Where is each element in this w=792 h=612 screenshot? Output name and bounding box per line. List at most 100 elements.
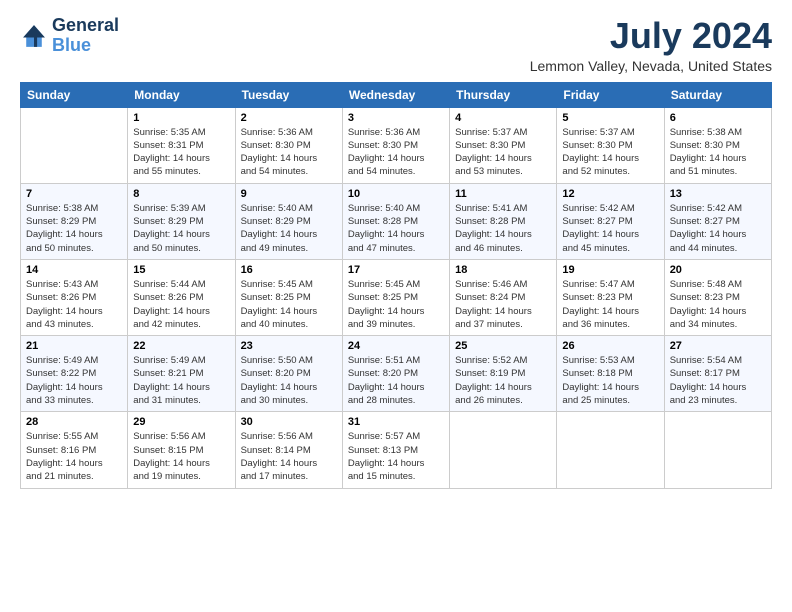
calendar-cell: 1 Sunrise: 5:35 AM Sunset: 8:31 PM Daylig… <box>128 107 235 183</box>
day-number: 1 <box>133 112 229 124</box>
day-number: 30 <box>241 416 337 428</box>
day-info: Sunrise: 5:56 AM Sunset: 8:14 PM Dayligh… <box>241 430 337 483</box>
calendar-cell: 13 Sunrise: 5:42 AM Sunset: 8:27 PM Dayli… <box>664 183 771 259</box>
day-info: Sunrise: 5:36 AM Sunset: 8:30 PM Dayligh… <box>241 126 337 179</box>
calendar-cell: 28 Sunrise: 5:55 AM Sunset: 8:16 PM Dayli… <box>21 412 128 488</box>
calendar-cell: 8 Sunrise: 5:39 AM Sunset: 8:29 PM Daylig… <box>128 183 235 259</box>
day-number: 11 <box>455 188 551 200</box>
day-number: 31 <box>348 416 444 428</box>
day-info: Sunrise: 5:35 AM Sunset: 8:31 PM Dayligh… <box>133 126 229 179</box>
day-info: Sunrise: 5:45 AM Sunset: 8:25 PM Dayligh… <box>241 278 337 331</box>
day-info: Sunrise: 5:51 AM Sunset: 8:20 PM Dayligh… <box>348 354 444 407</box>
day-number: 23 <box>241 340 337 352</box>
calendar-cell <box>557 412 664 488</box>
day-number: 24 <box>348 340 444 352</box>
calendar-header-row: SundayMondayTuesdayWednesdayThursdayFrid… <box>21 82 772 107</box>
day-info: Sunrise: 5:49 AM Sunset: 8:21 PM Dayligh… <box>133 354 229 407</box>
day-number: 5 <box>562 112 658 124</box>
day-number: 18 <box>455 264 551 276</box>
calendar-cell: 30 Sunrise: 5:56 AM Sunset: 8:14 PM Dayli… <box>235 412 342 488</box>
calendar-cell: 18 Sunrise: 5:46 AM Sunset: 8:24 PM Dayli… <box>450 259 557 335</box>
day-info: Sunrise: 5:46 AM Sunset: 8:24 PM Dayligh… <box>455 278 551 331</box>
day-info: Sunrise: 5:44 AM Sunset: 8:26 PM Dayligh… <box>133 278 229 331</box>
day-number: 14 <box>26 264 122 276</box>
day-info: Sunrise: 5:55 AM Sunset: 8:16 PM Dayligh… <box>26 430 122 483</box>
calendar-cell <box>664 412 771 488</box>
calendar-cell: 29 Sunrise: 5:56 AM Sunset: 8:15 PM Dayli… <box>128 412 235 488</box>
day-info: Sunrise: 5:39 AM Sunset: 8:29 PM Dayligh… <box>133 202 229 255</box>
day-number: 8 <box>133 188 229 200</box>
week-row-2: 14 Sunrise: 5:43 AM Sunset: 8:26 PM Dayli… <box>21 259 772 335</box>
week-row-0: 1 Sunrise: 5:35 AM Sunset: 8:31 PM Daylig… <box>21 107 772 183</box>
logo-icon <box>20 22 48 50</box>
calendar-cell: 4Sunrise: 5:37 AM Sunset: 8:30 PM Daylig… <box>450 107 557 183</box>
day-number: 27 <box>670 340 766 352</box>
day-number: 16 <box>241 264 337 276</box>
day-info: Sunrise: 5:42 AM Sunset: 8:27 PM Dayligh… <box>670 202 766 255</box>
calendar-cell: 21 Sunrise: 5:49 AM Sunset: 8:22 PM Dayli… <box>21 336 128 412</box>
calendar-cell: 12Sunrise: 5:42 AM Sunset: 8:27 PM Dayli… <box>557 183 664 259</box>
month-title: July 2024 <box>530 16 772 56</box>
location-title: Lemmon Valley, Nevada, United States <box>530 58 772 74</box>
day-info: Sunrise: 5:38 AM Sunset: 8:29 PM Dayligh… <box>26 202 122 255</box>
calendar-cell <box>21 107 128 183</box>
day-info: Sunrise: 5:56 AM Sunset: 8:15 PM Dayligh… <box>133 430 229 483</box>
day-number: 21 <box>26 340 122 352</box>
day-info: Sunrise: 5:57 AM Sunset: 8:13 PM Dayligh… <box>348 430 444 483</box>
calendar-cell: 27 Sunrise: 5:54 AM Sunset: 8:17 PM Dayli… <box>664 336 771 412</box>
calendar-cell: 19Sunrise: 5:47 AM Sunset: 8:23 PM Dayli… <box>557 259 664 335</box>
day-info: Sunrise: 5:37 AM Sunset: 8:30 PM Dayligh… <box>562 126 658 179</box>
header-wednesday: Wednesday <box>342 82 449 107</box>
day-number: 3 <box>348 112 444 124</box>
calendar-cell: 6 Sunrise: 5:38 AM Sunset: 8:30 PM Daylig… <box>664 107 771 183</box>
day-info: Sunrise: 5:53 AM Sunset: 8:18 PM Dayligh… <box>562 354 658 407</box>
week-row-1: 7 Sunrise: 5:38 AM Sunset: 8:29 PM Daylig… <box>21 183 772 259</box>
day-info: Sunrise: 5:48 AM Sunset: 8:23 PM Dayligh… <box>670 278 766 331</box>
calendar-cell: 7 Sunrise: 5:38 AM Sunset: 8:29 PM Daylig… <box>21 183 128 259</box>
day-info: Sunrise: 5:38 AM Sunset: 8:30 PM Dayligh… <box>670 126 766 179</box>
logo-text: General Blue <box>52 16 119 56</box>
day-info: Sunrise: 5:54 AM Sunset: 8:17 PM Dayligh… <box>670 354 766 407</box>
day-number: 17 <box>348 264 444 276</box>
day-number: 20 <box>670 264 766 276</box>
header-friday: Friday <box>557 82 664 107</box>
day-info: Sunrise: 5:45 AM Sunset: 8:25 PM Dayligh… <box>348 278 444 331</box>
header-tuesday: Tuesday <box>235 82 342 107</box>
day-number: 19 <box>562 264 658 276</box>
week-row-4: 28 Sunrise: 5:55 AM Sunset: 8:16 PM Dayli… <box>21 412 772 488</box>
day-number: 4 <box>455 112 551 124</box>
day-number: 29 <box>133 416 229 428</box>
calendar-cell: 16 Sunrise: 5:45 AM Sunset: 8:25 PM Dayli… <box>235 259 342 335</box>
day-info: Sunrise: 5:52 AM Sunset: 8:19 PM Dayligh… <box>455 354 551 407</box>
day-info: Sunrise: 5:43 AM Sunset: 8:26 PM Dayligh… <box>26 278 122 331</box>
day-info: Sunrise: 5:49 AM Sunset: 8:22 PM Dayligh… <box>26 354 122 407</box>
header-sunday: Sunday <box>21 82 128 107</box>
day-info: Sunrise: 5:36 AM Sunset: 8:30 PM Dayligh… <box>348 126 444 179</box>
day-info: Sunrise: 5:40 AM Sunset: 8:29 PM Dayligh… <box>241 202 337 255</box>
day-number: 13 <box>670 188 766 200</box>
day-number: 10 <box>348 188 444 200</box>
day-info: Sunrise: 5:50 AM Sunset: 8:20 PM Dayligh… <box>241 354 337 407</box>
calendar-cell: 17 Sunrise: 5:45 AM Sunset: 8:25 PM Dayli… <box>342 259 449 335</box>
page-header: General Blue July 2024 Lemmon Valley, Ne… <box>20 16 772 74</box>
calendar-cell: 22 Sunrise: 5:49 AM Sunset: 8:21 PM Dayli… <box>128 336 235 412</box>
calendar-cell: 20 Sunrise: 5:48 AM Sunset: 8:23 PM Dayli… <box>664 259 771 335</box>
day-number: 2 <box>241 112 337 124</box>
calendar-cell: 10Sunrise: 5:40 AM Sunset: 8:28 PM Dayli… <box>342 183 449 259</box>
day-number: 26 <box>562 340 658 352</box>
calendar-cell <box>450 412 557 488</box>
day-number: 22 <box>133 340 229 352</box>
header-monday: Monday <box>128 82 235 107</box>
header-saturday: Saturday <box>664 82 771 107</box>
day-number: 12 <box>562 188 658 200</box>
calendar-body: 1 Sunrise: 5:35 AM Sunset: 8:31 PM Daylig… <box>21 107 772 488</box>
day-number: 28 <box>26 416 122 428</box>
day-number: 7 <box>26 188 122 200</box>
calendar-cell: 9 Sunrise: 5:40 AM Sunset: 8:29 PM Daylig… <box>235 183 342 259</box>
calendar-cell: 11Sunrise: 5:41 AM Sunset: 8:28 PM Dayli… <box>450 183 557 259</box>
day-number: 6 <box>670 112 766 124</box>
logo: General Blue <box>20 16 119 56</box>
calendar-cell: 24 Sunrise: 5:51 AM Sunset: 8:20 PM Dayli… <box>342 336 449 412</box>
calendar-cell: 23 Sunrise: 5:50 AM Sunset: 8:20 PM Dayli… <box>235 336 342 412</box>
day-number: 9 <box>241 188 337 200</box>
